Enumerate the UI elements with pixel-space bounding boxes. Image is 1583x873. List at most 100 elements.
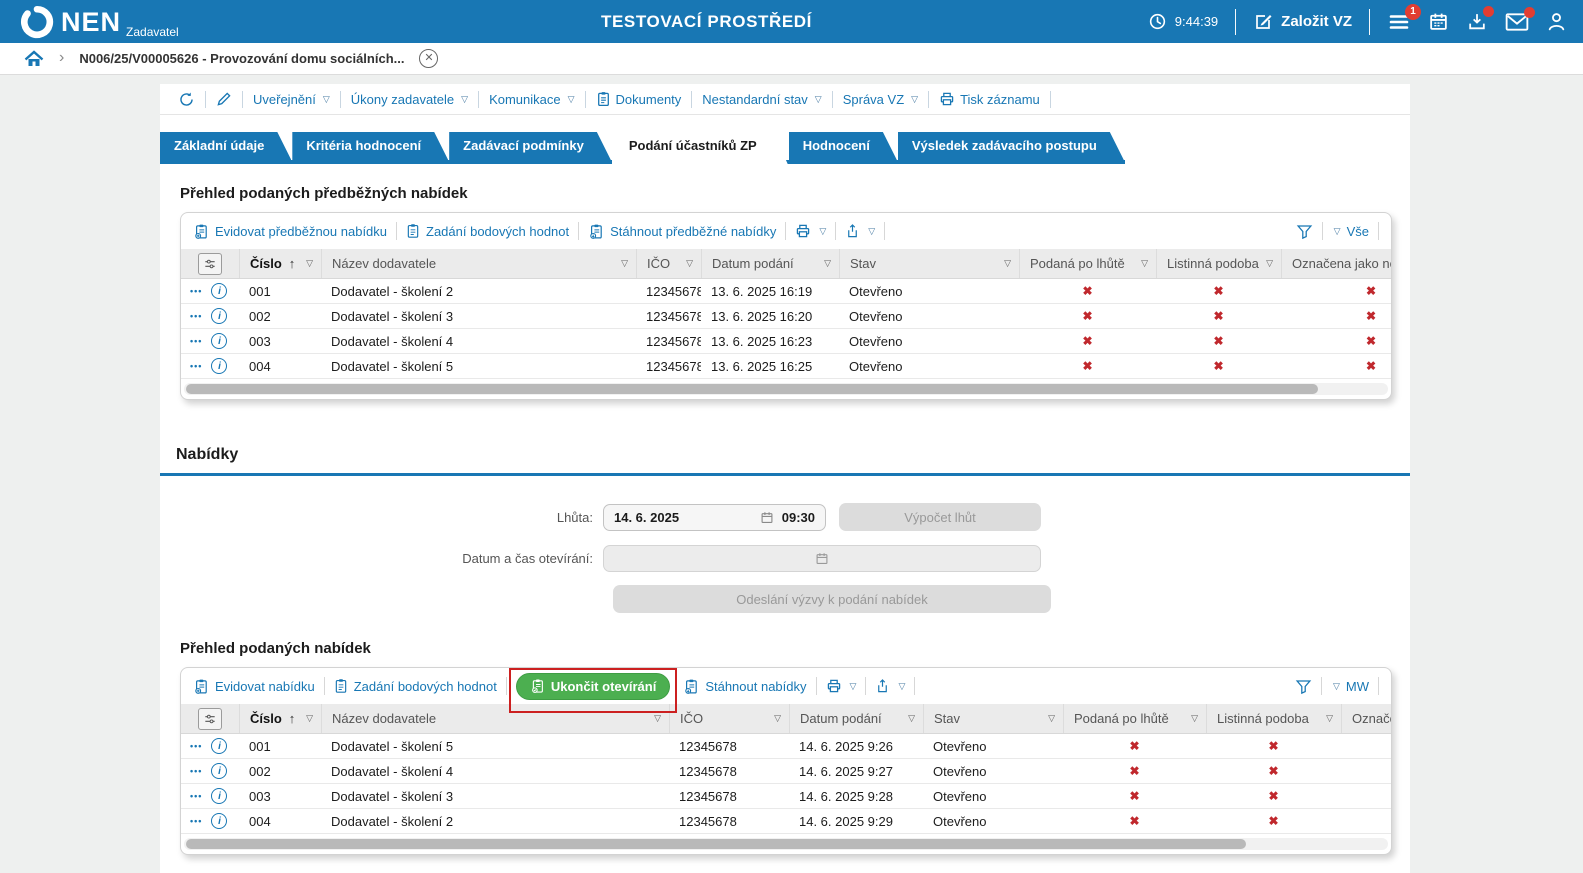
deadline-time-value[interactable]: 09:30 xyxy=(782,510,815,525)
nen-brand[interactable]: NEN Zadavatel xyxy=(20,5,179,39)
horizontal-scrollbar[interactable] xyxy=(184,838,1388,850)
menu-badge: 1 xyxy=(1405,4,1421,20)
register-prelim-offer-button[interactable]: Evidovat předběžnou nabídku xyxy=(193,223,387,240)
row-actions-icon[interactable]: ••• xyxy=(190,311,202,321)
info-icon[interactable]: i xyxy=(211,763,227,779)
view-selector[interactable]: ▽ MW xyxy=(1331,679,1369,694)
table-row[interactable]: •••i 002 Dodavatel - školení 4 12345678 … xyxy=(181,759,1391,784)
messages-button[interactable] xyxy=(1505,12,1529,32)
column-header-datum[interactable]: Datum podání▽ xyxy=(701,249,839,278)
print-table-button[interactable]: ▽ xyxy=(795,223,826,239)
user-profile-button[interactable] xyxy=(1546,11,1567,32)
tab-zadavaci-podminky[interactable]: Zadávací podmínky xyxy=(449,132,611,160)
tab-hodnoceni[interactable]: Hodnocení xyxy=(789,132,897,160)
column-settings-button[interactable] xyxy=(181,249,239,278)
info-icon[interactable]: i xyxy=(211,308,227,324)
row-actions-icon[interactable]: ••• xyxy=(190,336,202,346)
session-time: 9:44:39 xyxy=(1175,14,1218,29)
close-record-icon[interactable]: ✕ xyxy=(419,49,438,68)
column-header-po-lhute[interactable]: Podaná po lhůtě▽ xyxy=(1019,249,1156,278)
home-icon[interactable] xyxy=(24,50,44,68)
export-button[interactable]: ▽ xyxy=(845,223,875,239)
column-settings-button[interactable] xyxy=(181,704,239,733)
column-header-datum[interactable]: Datum podání▽ xyxy=(789,704,923,733)
deadline-datetime-input[interactable]: 14. 6. 2025 09:30 xyxy=(603,504,826,531)
scrollbar-thumb[interactable] xyxy=(186,384,1318,394)
info-icon[interactable]: i xyxy=(211,333,227,349)
column-header-cislo[interactable]: Číslo↑▽ xyxy=(239,704,321,733)
menu-documents[interactable]: Dokumenty xyxy=(596,91,682,107)
table-row[interactable]: •••i 004 Dodavatel - školení 2 12345678 … xyxy=(181,809,1391,834)
info-icon[interactable]: i xyxy=(211,283,227,299)
print-table-button[interactable]: ▽ xyxy=(826,678,857,694)
calc-deadlines-button[interactable]: Výpočet lhůt xyxy=(839,503,1041,531)
column-header-stav[interactable]: Stav▽ xyxy=(839,249,1019,278)
column-header-dodavatel[interactable]: Název dodavatele▽ xyxy=(321,249,636,278)
downloads-button[interactable] xyxy=(1466,11,1488,32)
finish-opening-button[interactable]: Ukončit otevírání xyxy=(516,673,670,700)
scrollbar-thumb[interactable] xyxy=(186,839,1246,849)
cell-stav: Otevřeno xyxy=(923,739,1063,754)
create-vz-button[interactable]: Založit VZ xyxy=(1253,12,1352,32)
row-actions-icon[interactable]: ••• xyxy=(190,791,202,801)
breadcrumb-item[interactable]: N006/25/V00005626 - Provozování domu soc… xyxy=(79,51,404,66)
export-button[interactable]: ▽ xyxy=(875,678,905,694)
column-header-ico[interactable]: IČO▽ xyxy=(636,249,701,278)
table-row[interactable]: •••i 001 Dodavatel - školení 5 12345678 … xyxy=(181,734,1391,759)
info-icon[interactable]: i xyxy=(211,813,227,829)
menu-contracting-acts[interactable]: Úkony zadavatele▽ xyxy=(351,92,468,107)
table-row[interactable]: •••i 003 Dodavatel - školení 3 12345678 … xyxy=(181,784,1391,809)
calendar-button[interactable] xyxy=(1428,11,1449,32)
menu-vz-admin[interactable]: Správa VZ▽ xyxy=(843,92,918,107)
column-header-listinna[interactable]: Listinná podoba▽ xyxy=(1156,249,1281,278)
tab-podani-ucastniku[interactable]: Podání účastníků ZP xyxy=(612,132,788,164)
tab-zakladni-udaje[interactable]: Základní údaje xyxy=(160,132,291,160)
column-header-ico[interactable]: IČO▽ xyxy=(669,704,789,733)
tab-vysledek[interactable]: Výsledek zadávacího postupu xyxy=(898,132,1124,160)
row-actions-icon[interactable]: ••• xyxy=(190,816,202,826)
table-row[interactable]: •••i 001 Dodavatel - školení 2 12345678 … xyxy=(181,279,1391,304)
column-header-stav[interactable]: Stav▽ xyxy=(923,704,1063,733)
column-settings-icon[interactable] xyxy=(198,708,222,730)
print-record-button[interactable]: Tisk záznamu xyxy=(939,91,1040,107)
info-icon[interactable]: i xyxy=(211,788,227,804)
calendar-icon[interactable] xyxy=(760,510,774,525)
edit-record-button[interactable] xyxy=(216,91,232,107)
table-row[interactable]: •••i 002 Dodavatel - školení 3 12345678 … xyxy=(181,304,1391,329)
filter-button[interactable] xyxy=(1295,678,1312,695)
tab-kriteria-hodnoceni[interactable]: Kritéria hodnocení xyxy=(292,132,448,160)
table-row[interactable]: •••i 003 Dodavatel - školení 4 12345678 … xyxy=(181,329,1391,354)
menu-publish[interactable]: Uveřejnění▽ xyxy=(253,92,330,107)
info-icon[interactable]: i xyxy=(211,358,227,374)
column-header-dodavatel[interactable]: Název dodavatele▽ xyxy=(321,704,669,733)
view-selector[interactable]: ▽ Vše xyxy=(1332,224,1369,239)
horizontal-scrollbar[interactable] xyxy=(184,383,1388,395)
enter-points-button[interactable]: Zadání bodových hodnot xyxy=(406,223,569,239)
column-header-listinna[interactable]: Listinná podoba▽ xyxy=(1206,704,1341,733)
menu-button[interactable]: 1 xyxy=(1387,12,1411,32)
download-offers-button[interactable]: Stáhnout nabídky xyxy=(683,678,806,695)
cell-dodavatel: Dodavatel - školení 2 xyxy=(321,814,669,829)
row-actions-icon[interactable]: ••• xyxy=(190,286,202,296)
menu-communication[interactable]: Komunikace▽ xyxy=(489,92,574,107)
table-row[interactable]: •••i 004 Dodavatel - školení 5 12345678 … xyxy=(181,354,1391,379)
column-settings-icon[interactable] xyxy=(198,253,222,275)
brand-name: NEN xyxy=(61,5,121,39)
filter-button[interactable] xyxy=(1296,223,1313,240)
column-header-oznacena[interactable]: Označe xyxy=(1341,704,1392,733)
history-button[interactable] xyxy=(178,91,195,108)
dropdown-icon: ▽ xyxy=(815,94,822,105)
download-prelim-offers-button[interactable]: Stáhnout předběžné nabídky xyxy=(588,223,776,240)
menu-nonstandard-state[interactable]: Nestandardní stav▽ xyxy=(702,92,821,107)
deadline-date-value[interactable]: 14. 6. 2025 xyxy=(614,510,752,525)
register-offer-button[interactable]: Evidovat nabídku xyxy=(193,678,315,695)
row-actions-icon[interactable]: ••• xyxy=(190,361,202,371)
cell-cislo: 004 xyxy=(239,814,321,829)
row-actions-icon[interactable]: ••• xyxy=(190,766,202,776)
column-header-cislo[interactable]: Číslo↑▽ xyxy=(239,249,321,278)
info-icon[interactable]: i xyxy=(211,738,227,754)
column-header-oznacena[interactable]: Označena jako nep xyxy=(1281,249,1392,278)
column-header-po-lhute[interactable]: Podaná po lhůtě▽ xyxy=(1063,704,1206,733)
enter-points-button[interactable]: Zadání bodových hodnot xyxy=(334,678,497,694)
row-actions-icon[interactable]: ••• xyxy=(190,741,202,751)
